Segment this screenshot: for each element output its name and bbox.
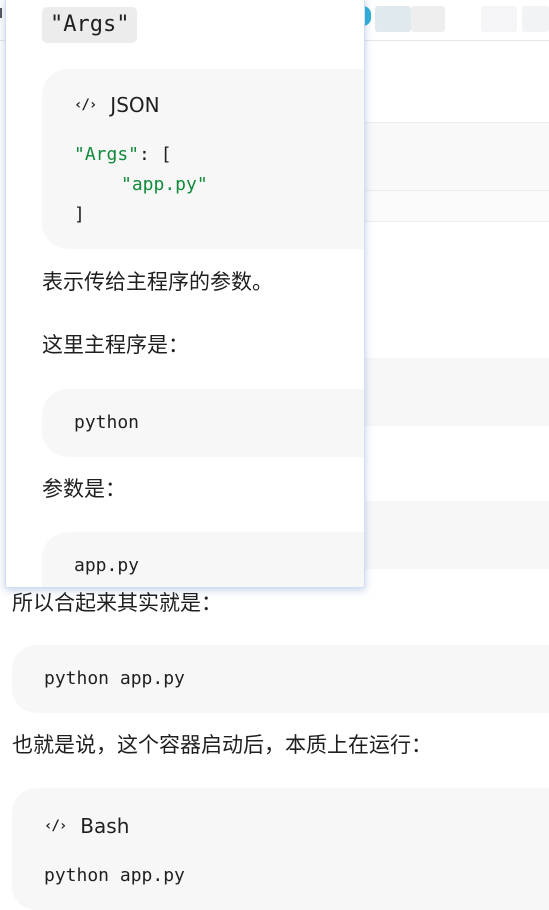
args-inline-code: "Args"	[42, 7, 138, 43]
tab-blurred-4[interactable]	[522, 6, 549, 32]
json-code-block: ‹/› JSON "Args": [ "app.py" ]	[42, 69, 364, 249]
bg-table-band-thin	[365, 190, 549, 222]
args-code: app.py	[74, 555, 140, 576]
code-icon: ‹/›	[74, 97, 97, 113]
bash-code-header: ‹/› Bash	[44, 814, 129, 838]
combined-code: python app.py	[44, 668, 185, 689]
json-code-header: ‹/› JSON	[74, 93, 160, 117]
bg-code-block-partial-1	[365, 358, 549, 426]
bash-language-label: Bash	[80, 814, 130, 838]
combined-code-block: python app.py	[12, 645, 549, 713]
bg-code-block-partial-2	[365, 501, 549, 569]
running-label: 也就是说，这个容器启动后，本质上在运行：	[12, 733, 432, 757]
tab-blurred-3[interactable]	[481, 6, 517, 32]
tab-blurred-1[interactable]	[375, 6, 411, 32]
json-line-1: "Args": [	[74, 143, 172, 167]
json-language-label: JSON	[110, 93, 160, 117]
tab-blurred-2[interactable]	[411, 6, 445, 32]
json-line-2: "app.py"	[121, 173, 208, 197]
json-punct: : [	[139, 144, 172, 165]
toolbar-edge-mark	[0, 8, 2, 18]
json-value: "app.py"	[121, 174, 208, 195]
args-code-block: app.py	[42, 532, 364, 587]
code-icon: ‹/›	[44, 818, 67, 834]
bash-code-block: ‹/› Bash python app.py	[12, 788, 549, 910]
bg-table-band	[365, 122, 549, 192]
main-program-label: 这里主程序是：	[42, 333, 189, 357]
args-description: 表示传给主程序的参数。	[42, 270, 273, 294]
args-label: 参数是：	[42, 477, 126, 501]
json-key: "Args"	[74, 144, 140, 165]
combined-label: 所以合起来其实就是：	[12, 591, 222, 615]
preview-popup[interactable]: "Args" ‹/› JSON "Args": [ "app.py" ] 表示传…	[5, 0, 365, 588]
bash-code: python app.py	[44, 865, 185, 886]
json-line-3: ]	[74, 204, 85, 225]
main-program-code: python	[74, 412, 140, 433]
main-program-code-block: python	[42, 389, 364, 457]
